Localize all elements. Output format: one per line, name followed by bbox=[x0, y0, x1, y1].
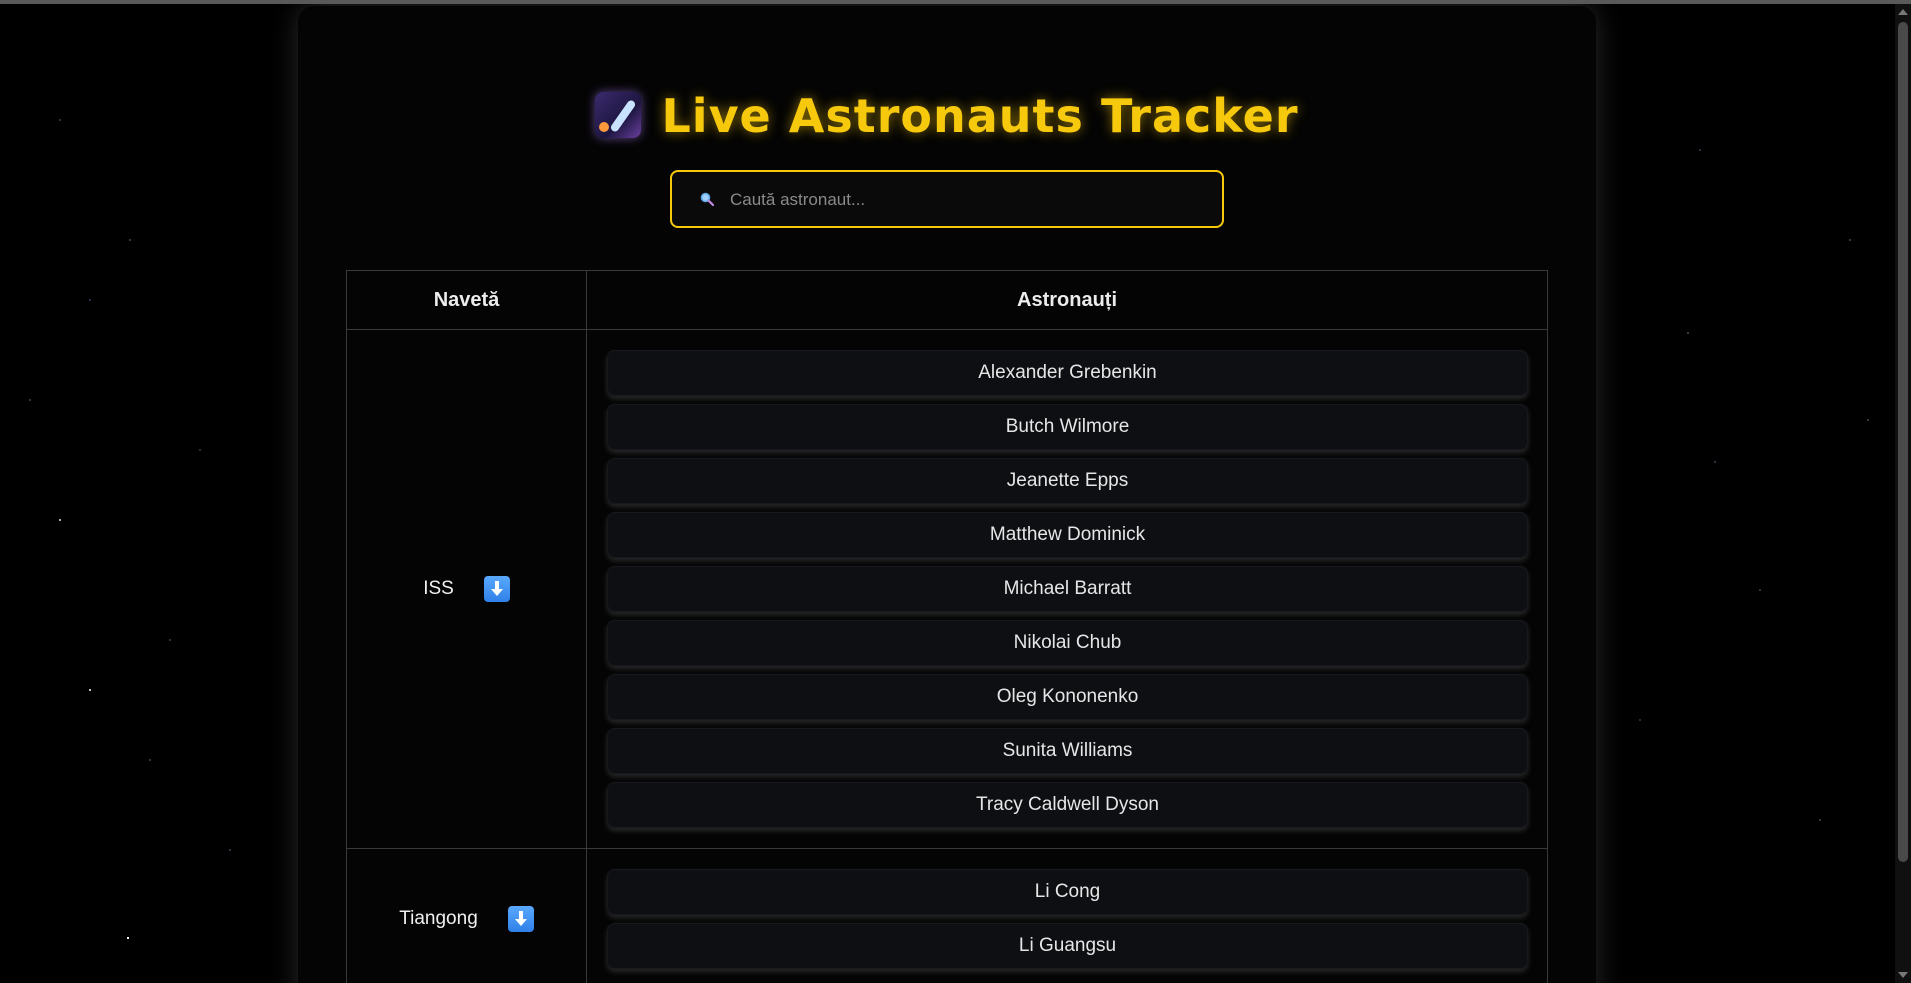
down-arrow-icon[interactable] bbox=[483, 576, 510, 602]
scroll-up-icon[interactable] bbox=[1898, 9, 1908, 15]
search-input[interactable] bbox=[728, 172, 1212, 228]
scrollbar-thumb[interactable] bbox=[1898, 22, 1908, 862]
astronaut-card[interactable]: Tracy Caldwell Dyson bbox=[607, 782, 1528, 828]
craft-name: Tiangong bbox=[399, 908, 478, 929]
astronaut-card[interactable]: Alexander Grebenkin bbox=[607, 350, 1528, 396]
page-title-text: Live Astronauts Tracker bbox=[661, 89, 1299, 143]
shooting-star-icon bbox=[595, 92, 642, 138]
page-title: Live Astronauts Tracker bbox=[298, 88, 1596, 144]
table-header: Navetă Astronauți bbox=[347, 271, 1547, 330]
astronaut-card[interactable]: Li Guangsu bbox=[607, 923, 1528, 969]
down-arrow-icon[interactable] bbox=[507, 906, 534, 932]
craft-cell: ISS bbox=[347, 330, 587, 848]
search-box[interactable] bbox=[670, 170, 1224, 228]
scroll-down-icon[interactable] bbox=[1898, 972, 1908, 978]
table-row: ISS Alexander Grebenkin Butch Wilmore Je… bbox=[347, 330, 1547, 849]
craft-name: ISS bbox=[423, 578, 454, 599]
astronaut-card[interactable]: Butch Wilmore bbox=[607, 404, 1528, 450]
craft-cell: Tiangong bbox=[347, 849, 587, 983]
astronaut-card[interactable]: Jeanette Epps bbox=[607, 458, 1528, 504]
astronauts-table: Navetă Astronauți ISS Alexander Grebenki… bbox=[346, 270, 1548, 983]
astronaut-card[interactable]: Matthew Dominick bbox=[607, 512, 1528, 558]
column-header-craft: Navetă bbox=[347, 271, 587, 329]
main-panel: Live Astronauts Tracker Navetă Astronauț… bbox=[298, 6, 1596, 983]
astronaut-list: Alexander Grebenkin Butch Wilmore Jeanet… bbox=[587, 330, 1547, 848]
page-scrollbar[interactable] bbox=[1895, 4, 1911, 983]
search-icon bbox=[700, 192, 714, 206]
astronaut-card[interactable]: Li Cong bbox=[607, 869, 1528, 915]
astronaut-list: Li Cong Li Guangsu bbox=[587, 849, 1547, 983]
astronaut-card[interactable]: Sunita Williams bbox=[607, 728, 1528, 774]
astronaut-card[interactable]: Nikolai Chub bbox=[607, 620, 1528, 666]
astronaut-card[interactable]: Oleg Kononenko bbox=[607, 674, 1528, 720]
astronaut-card[interactable]: Michael Barratt bbox=[607, 566, 1528, 612]
browser-top-edge bbox=[0, 0, 1911, 4]
page: Live Astronauts Tracker Navetă Astronauț… bbox=[0, 0, 1911, 983]
column-header-astronauts: Astronauți bbox=[1017, 288, 1117, 311]
table-row: Tiangong Li Cong Li Guangsu bbox=[347, 849, 1547, 983]
